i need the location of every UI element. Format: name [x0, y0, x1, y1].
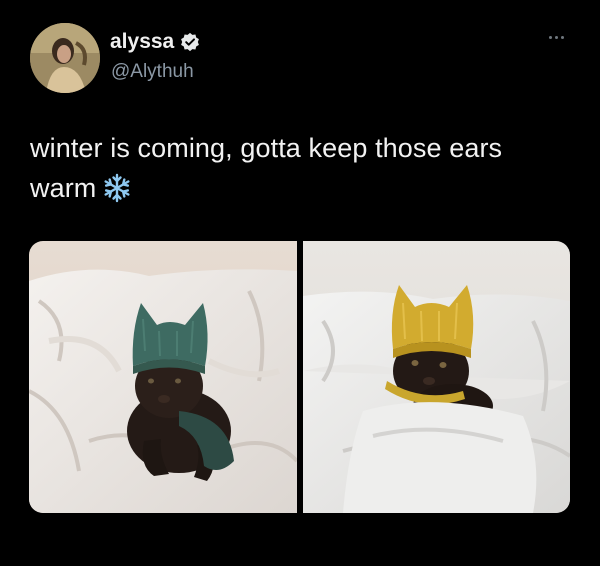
tweet-card: alyssa @Alythuh winter is coming, gotta …: [0, 0, 600, 566]
more-dot: [549, 36, 552, 39]
author-name-row: alyssa: [110, 30, 200, 54]
author-display-name[interactable]: alyssa: [110, 30, 174, 54]
media-photo-2[interactable]: [303, 241, 570, 513]
media-photo-1[interactable]: [29, 241, 297, 513]
cat-green-hat-photo-icon: [29, 241, 297, 513]
author-handle[interactable]: @Alythuh: [111, 61, 194, 83]
verified-badge-icon: [181, 32, 200, 52]
more-dot: [555, 36, 558, 39]
avatar-photo-icon: [30, 23, 100, 93]
author-avatar[interactable]: [30, 23, 100, 93]
more-dot: [561, 36, 564, 39]
more-options-icon[interactable]: [549, 36, 564, 39]
snowflake-icon: [104, 173, 130, 203]
tweet-text: winter is coming, gotta keep those ears …: [30, 128, 570, 208]
tweet-media: [29, 241, 570, 513]
tweet-text-body: winter is coming, gotta keep those ears …: [30, 133, 503, 203]
cat-yellow-hat-photo-icon: [303, 241, 570, 513]
